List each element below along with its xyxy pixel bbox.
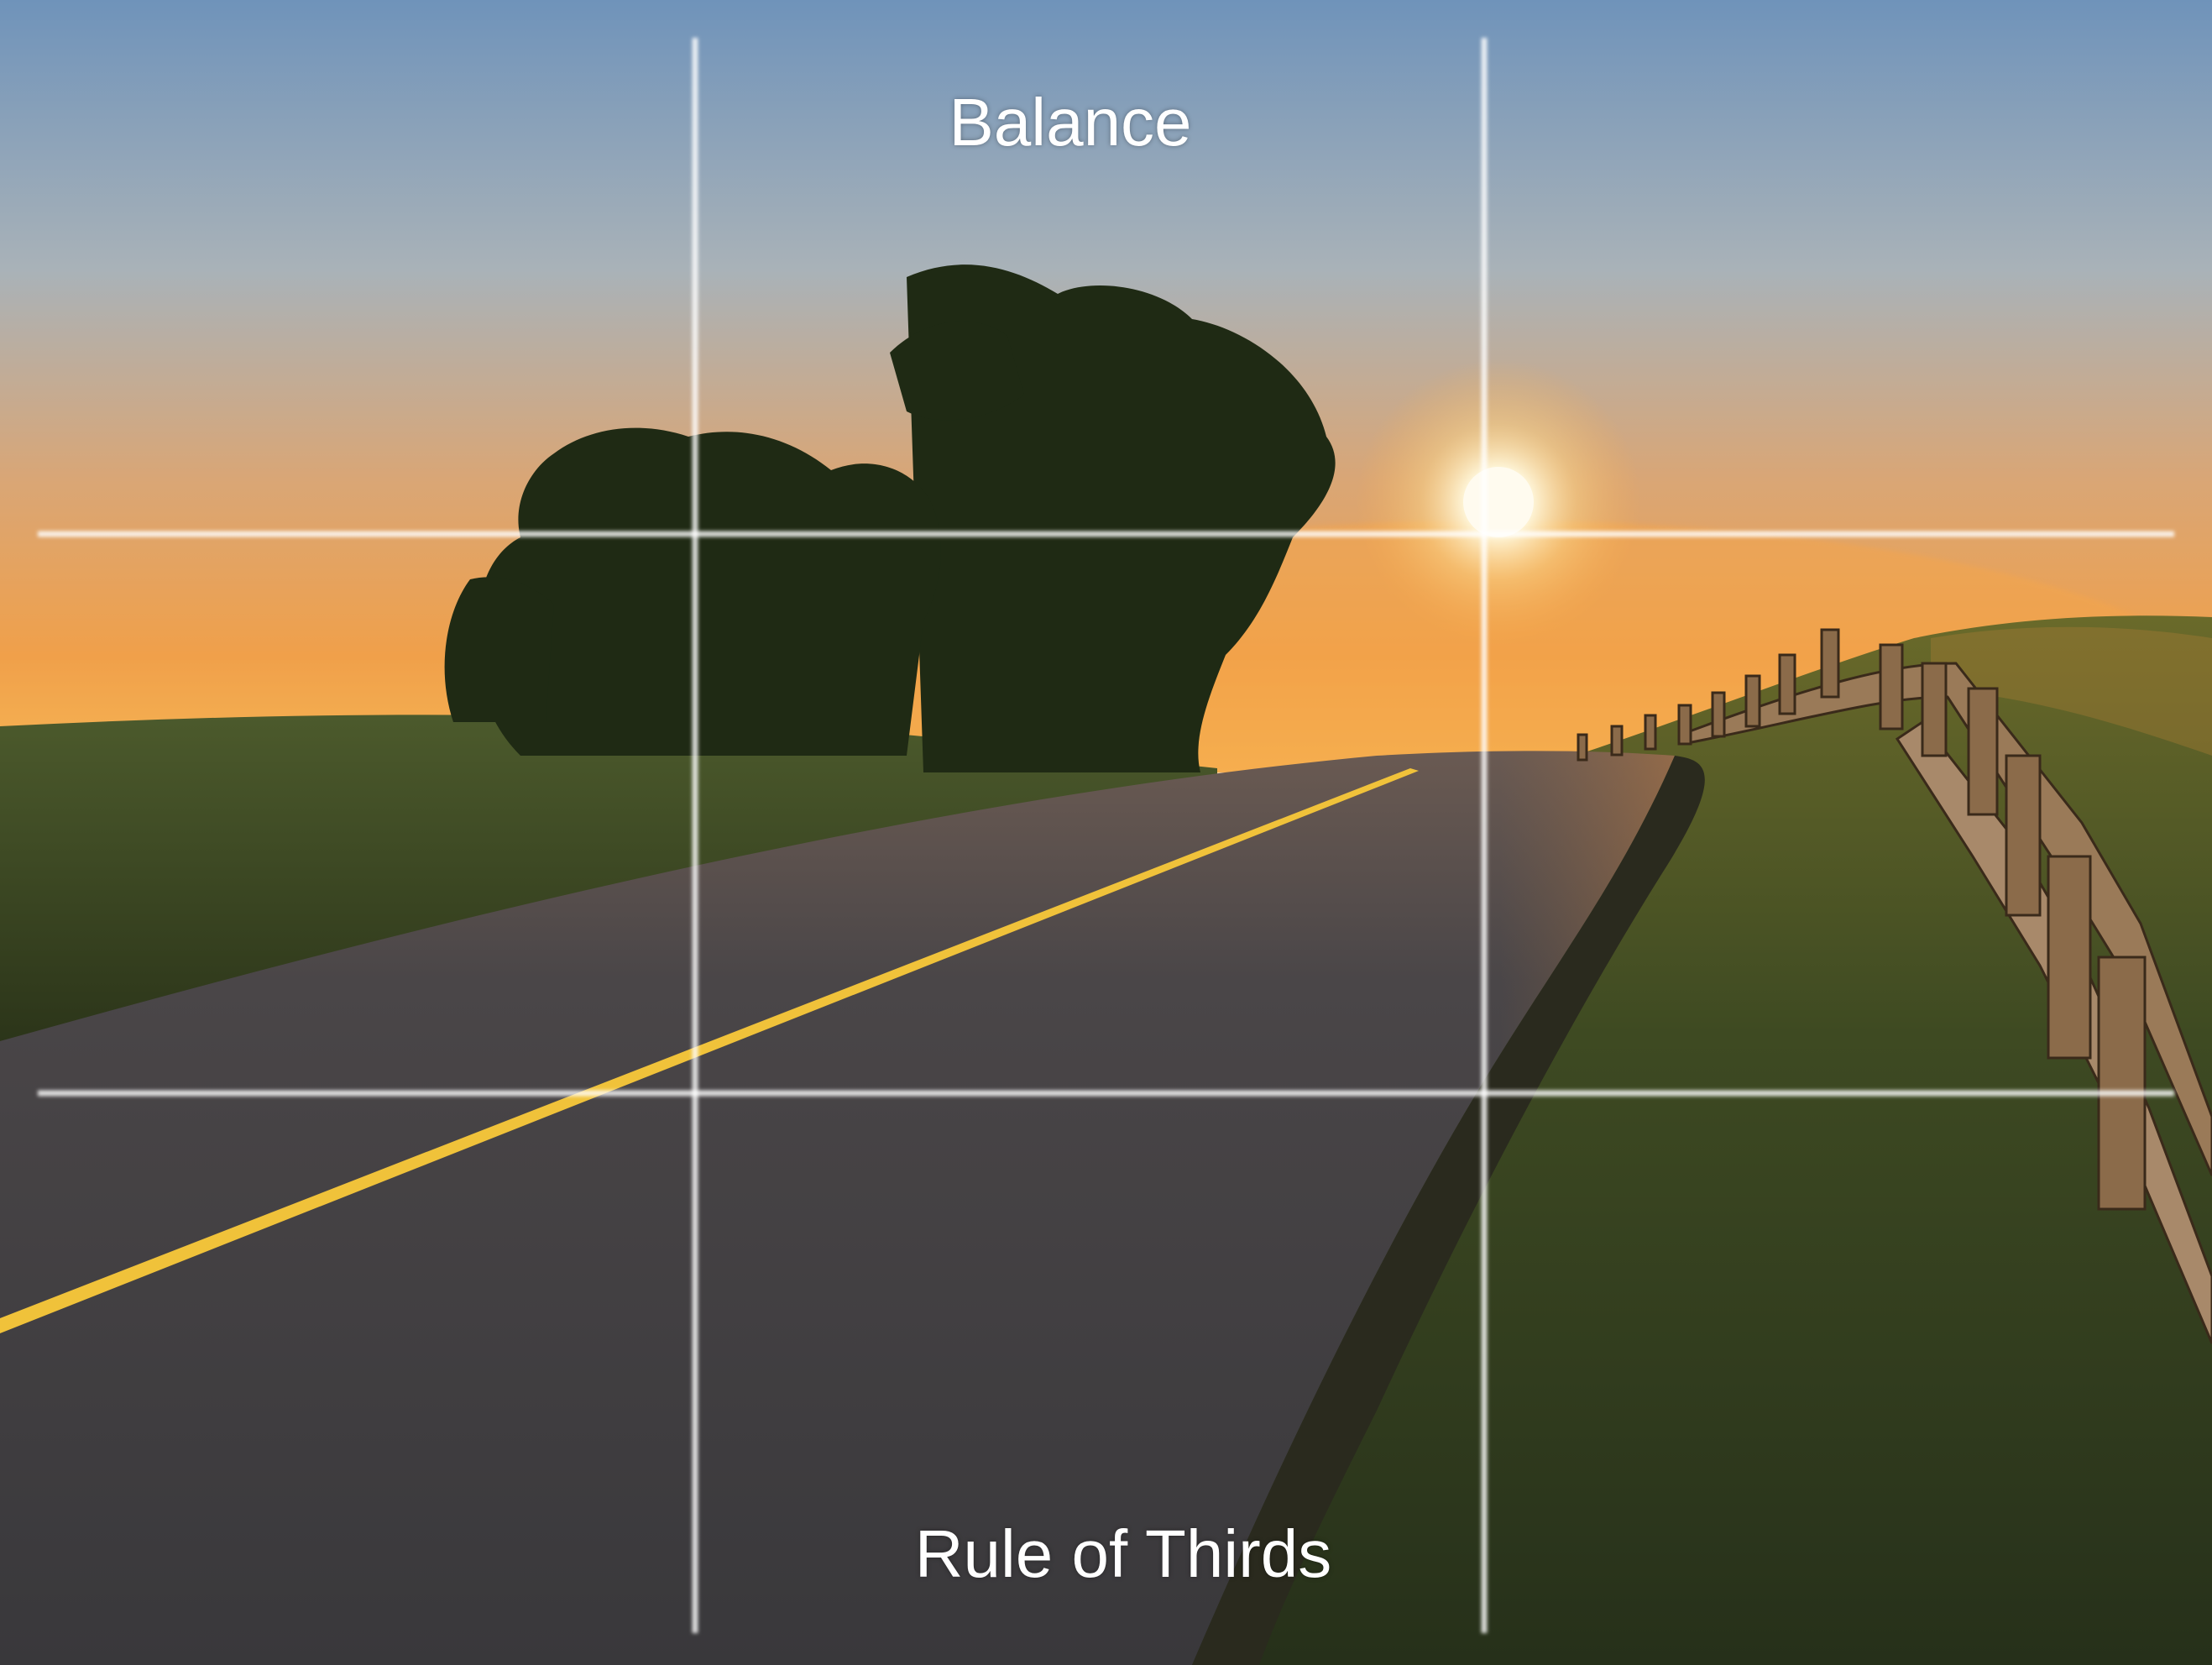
rule-of-thirds-label: Rule of Thirds bbox=[914, 1516, 1332, 1591]
sun-core bbox=[1463, 467, 1534, 537]
photo-frame: Balance Rule of Thirds bbox=[0, 0, 2212, 1665]
landscape-photo bbox=[0, 0, 2212, 1665]
balance-label: Balance bbox=[949, 85, 1192, 160]
